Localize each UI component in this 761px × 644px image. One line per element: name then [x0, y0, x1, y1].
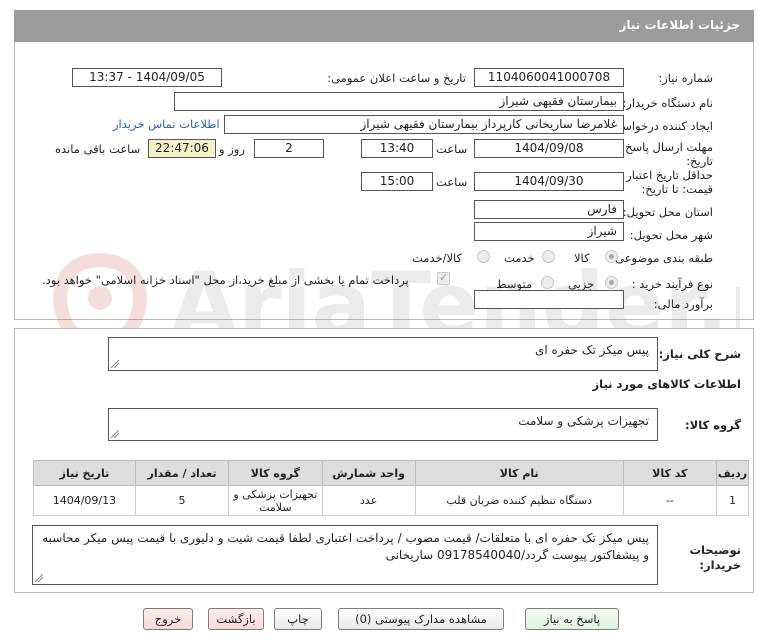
col-row-number: ردیف: [715, 460, 750, 486]
category-option-service: خدمت: [504, 251, 535, 265]
buyer-org-label: نام دستگاه خریدار:: [622, 96, 713, 110]
resize-grip-icon[interactable]: [111, 360, 119, 368]
cell-need-date: 1404/09/13: [33, 485, 136, 516]
cell-item-name: دستگاه تنظیم کننده ضربان قلب: [414, 485, 624, 516]
cell-quantity: 5: [134, 485, 230, 516]
col-need-date: تاریخ نیاز: [33, 460, 136, 486]
announce-label: تاریخ و ساعت اعلان عمومی:: [327, 71, 466, 85]
deadline-time-field: 13:40: [361, 139, 433, 158]
province-field: فارس: [474, 200, 624, 219]
validity-date-field: 1404/09/30: [474, 172, 624, 191]
category-radio-goods-service[interactable]: [477, 250, 490, 263]
reply-button[interactable]: پاسخ به نیاز: [525, 608, 619, 630]
summary-label: شرح کلی نیاز:: [658, 347, 741, 361]
table-row: 1 -- دستگاه تنظیم کننده ضربان قلب عدد تج…: [33, 485, 750, 516]
process-option-medium: متوسط: [496, 277, 533, 291]
validity-time-field: 15:00: [361, 172, 433, 191]
deadline-label-date: تاریخ:: [686, 154, 713, 168]
attachments-button[interactable]: مشاهده مدارک پیوستی (0): [338, 608, 504, 630]
goods-group-label: گروه کالا:: [685, 418, 741, 432]
process-radio-minor[interactable]: [605, 276, 618, 289]
announce-datetime-field: 1404/09/05 - 13:37: [72, 68, 222, 87]
deadline-date-field: 1404/09/08: [474, 139, 624, 158]
category-option-goods: کالا: [574, 251, 590, 265]
city-label: شهر محل تحویل:: [629, 228, 713, 242]
print-button[interactable]: چاپ: [274, 608, 322, 630]
summary-textbox: پیس میکز تک حفره ای: [108, 337, 658, 371]
need-number-label: شماره نیاز:: [658, 71, 713, 85]
col-quantity: تعداد / مقدار: [134, 460, 230, 486]
treasury-payment-note: پرداخت تمام یا بخشی از مبلغ خرید،از محل …: [42, 273, 409, 287]
buyer-notes-label: توضیحات: [689, 543, 742, 557]
resize-grip-icon[interactable]: [35, 574, 43, 582]
category-radio-goods[interactable]: [605, 250, 618, 263]
process-radio-medium[interactable]: [541, 276, 554, 289]
cell-item-group: تجهیزات پزشکی و سلامت: [228, 485, 323, 516]
page-title: جزئیات اطلاعات نیاز: [619, 18, 740, 32]
process-label: نوع فرآیند خرید :: [631, 277, 713, 291]
province-label: استان محل تحویل:: [622, 205, 713, 219]
deadline-label: مهلت ارسال پاسخ: تا: [610, 140, 713, 154]
need-number-field: 1104060041000708: [474, 68, 624, 87]
category-option-goods-service: کالا/خدمت: [412, 251, 463, 265]
estimate-field[interactable]: [474, 290, 624, 309]
days-remaining-field: 2: [254, 139, 324, 158]
col-item-name: نام کالا: [414, 460, 624, 486]
creator-field: غلامرضا ساریخانی کارپرداز بیمارستان فقیه…: [224, 115, 624, 134]
col-item-group: گروه کالا: [228, 460, 323, 486]
buyer-notes-label-2: خریدار:: [699, 558, 741, 572]
days-label: روز و: [219, 142, 245, 156]
col-unit: واحد شمارش: [321, 460, 416, 486]
category-label: طبقه بندی موضوعی:: [611, 251, 713, 265]
treasury-payment-checkbox[interactable]: [437, 271, 450, 285]
col-item-code: کد کالا: [622, 460, 717, 486]
deadline-time-label: ساعت: [436, 142, 468, 156]
cell-row-number: 1: [715, 485, 750, 516]
validity-label-date: قیمت: تا تاریخ:: [641, 182, 713, 196]
city-field: شیراز: [474, 222, 624, 241]
validity-label: حداقل تاریخ اعتبار: [626, 168, 713, 182]
estimate-label: برآورد مالی:: [653, 297, 713, 311]
back-button[interactable]: بازگشت: [208, 608, 264, 630]
validity-time-label: ساعت: [436, 175, 468, 189]
header-bar: جزئیات اطلاعات نیاز: [14, 10, 754, 42]
goods-group-textbox: تجهیزات پزشکی و سلامت: [108, 408, 658, 441]
buyer-org-field: بیمارستان فقیهی شیراز: [174, 92, 624, 111]
cell-item-code: --: [622, 485, 717, 516]
buyer-notes-textbox: پیس میکز تک حفره ای با متعلقات/ قیمت مصو…: [32, 525, 658, 585]
buyer-notes-text: پیس میکز تک حفره ای با متعلقات/ قیمت مصو…: [42, 531, 649, 562]
table-header-row: ردیف کد کالا نام کالا واحد شمارش گروه کا…: [33, 460, 750, 486]
exit-button[interactable]: خروج: [143, 608, 193, 630]
summary-text: پیس میکز تک حفره ای: [534, 343, 649, 357]
process-option-minor: جزیی: [568, 277, 595, 291]
goods-info-title: اطلاعات کالاهای مورد نیاز: [592, 377, 741, 391]
cell-unit: عدد: [321, 485, 416, 516]
category-radio-service[interactable]: [542, 250, 555, 263]
remaining-time-field: 22:47:06: [148, 139, 216, 158]
resize-grip-icon[interactable]: [111, 430, 119, 438]
goods-table: ردیف کد کالا نام کالا واحد شمارش گروه کا…: [33, 460, 750, 516]
remaining-time-label: ساعت باقی مانده: [55, 142, 141, 156]
goods-group-text: تجهیزات پزشکی و سلامت: [518, 414, 649, 428]
buyer-contact-link[interactable]: اطلاعات تماس خریدار: [113, 117, 220, 131]
